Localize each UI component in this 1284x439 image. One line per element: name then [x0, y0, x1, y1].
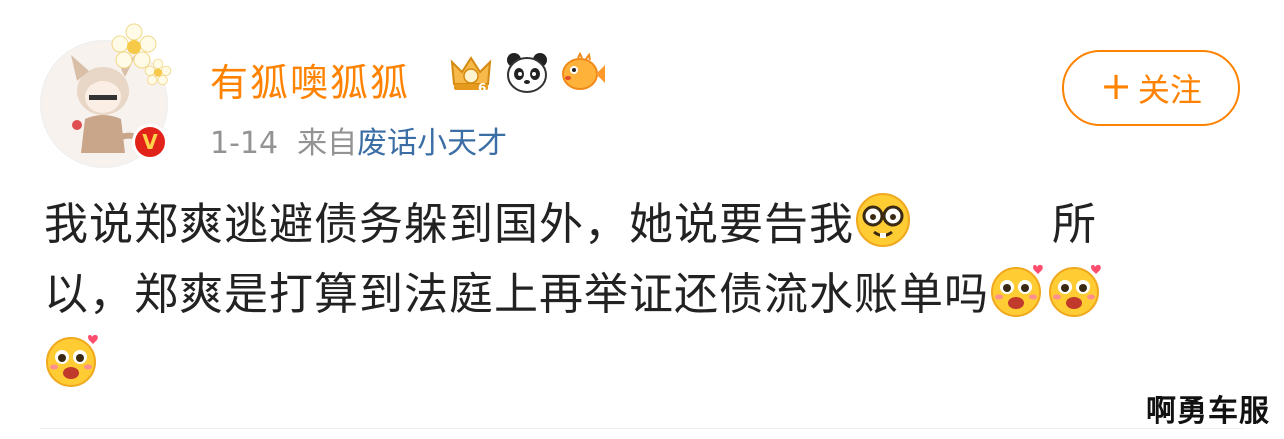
divider	[40, 428, 1244, 429]
happy-hearts-emoji-icon	[46, 334, 98, 387]
watermark: 啊勇车服	[1146, 394, 1270, 429]
svg-text:6: 6	[478, 81, 486, 95]
post-body: 我说郑爽逃避债务躲到国外，她说要告我 所 以，郑爽是打算到法庭上再举证还债流水账…	[44, 190, 1204, 400]
post-meta: 1-14 来自废话小天才	[210, 118, 507, 162]
follow-button[interactable]: + 关注	[1062, 50, 1240, 126]
crown-level-badge-icon[interactable]: 6	[448, 50, 494, 96]
post-line-1-tail: 所	[1052, 199, 1097, 250]
user-badges: 6	[448, 50, 606, 96]
nerd-glasses-emoji-icon	[856, 193, 910, 247]
post-line-2-text: 以，郑爽是打算到法庭上再举证还债流水账单吗	[44, 269, 989, 320]
source-prefix: 来自	[297, 126, 358, 161]
post-line-3	[44, 330, 1204, 400]
verified-v-badge: V	[132, 124, 168, 160]
post-line-1-text: 我说郑爽逃避债务躲到国外，她说要告我	[44, 199, 854, 250]
happy-hearts-emoji-icon	[1049, 264, 1101, 317]
post-line-1: 我说郑爽逃避债务躲到国外，她说要告我 所	[44, 190, 1204, 260]
pufferfish-icon[interactable]	[560, 50, 606, 96]
panda-icon[interactable]	[504, 50, 550, 96]
post-line-2: 以，郑爽是打算到法庭上再举证还债流水账单吗	[44, 260, 1204, 330]
source-link[interactable]: 废话小天才	[357, 126, 507, 161]
follow-label: 关注	[1137, 71, 1202, 109]
flower-small-icon	[144, 58, 172, 86]
username[interactable]: 有狐噢狐狐	[210, 52, 410, 107]
post-date: 1-14	[210, 126, 279, 161]
happy-hearts-emoji-icon	[991, 264, 1043, 317]
plus-icon: +	[1100, 64, 1132, 108]
avatar-area[interactable]: V	[40, 23, 180, 168]
